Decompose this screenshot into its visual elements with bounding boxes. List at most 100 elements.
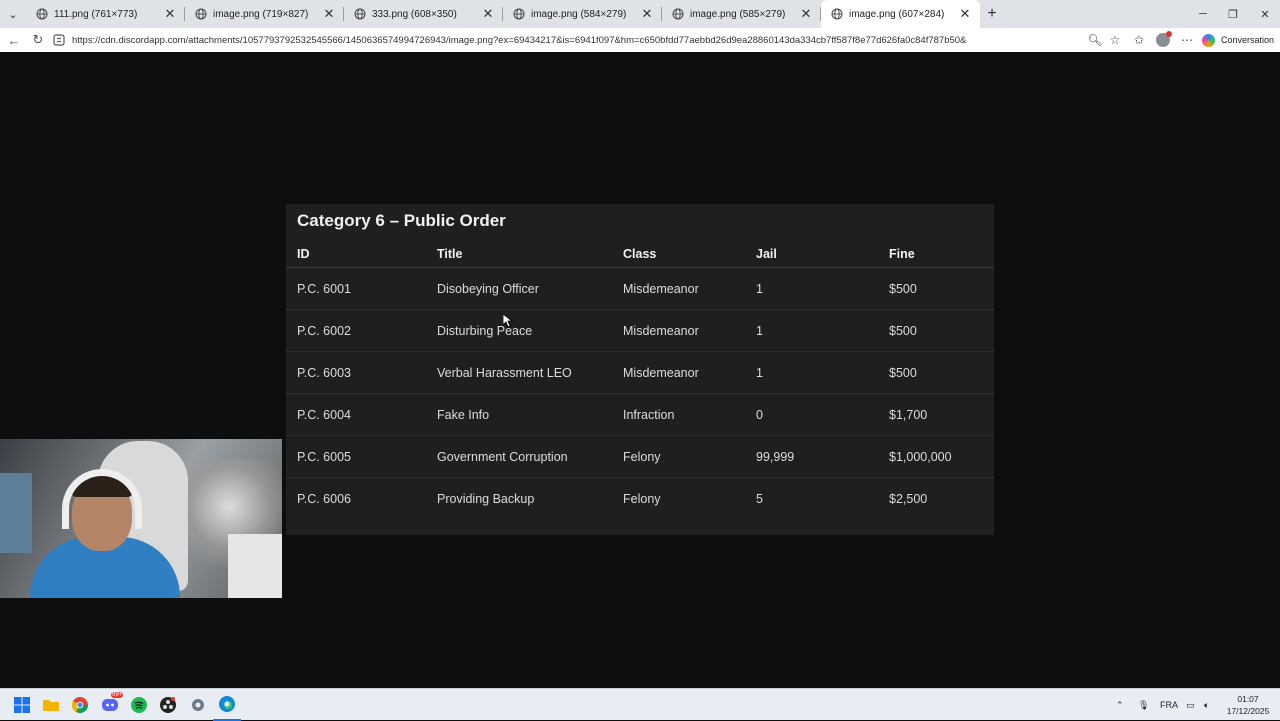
cell-title: Fake Info: [437, 407, 490, 422]
site-info-icon[interactable]: [52, 33, 66, 47]
table-row: P.C. 6005 Government Corruption Felony 99,9…: [286, 436, 994, 478]
address-bar[interactable]: https://cdn.discordapp.com/attachments/1…: [52, 30, 1128, 50]
mouse-cursor-icon: [503, 314, 513, 328]
table-row: P.C. 6004 Fake Info Infraction 0 $1,700: [286, 394, 994, 436]
globe-icon: [513, 8, 525, 20]
cell-id: P.C. 6001: [297, 281, 351, 296]
tab-close-icon[interactable]: ✕: [163, 6, 177, 22]
browser-tab[interactable]: image.png (584×279) ✕: [503, 0, 662, 28]
cell-jail: 1: [756, 323, 763, 338]
globe-icon: [831, 8, 843, 20]
cell-id: P.C. 6004: [297, 407, 351, 422]
cell-id: P.C. 6002: [297, 323, 351, 338]
header-class: Class: [623, 246, 657, 261]
tab-close-icon[interactable]: ✕: [958, 6, 972, 22]
clock-date: 17/12/2025: [1226, 706, 1270, 716]
globe-icon: [672, 8, 684, 20]
spotify-icon[interactable]: [125, 689, 153, 721]
discord-icon[interactable]: 99+: [96, 689, 124, 721]
cell-id: P.C. 6005: [297, 449, 351, 464]
header-jail: Jail: [756, 246, 777, 261]
header-id: ID: [297, 246, 310, 261]
cell-title: Providing Backup: [437, 492, 535, 506]
cell-class: Misdemeanor: [623, 365, 699, 380]
table-row: P.C. 6002 Disturbing Peace Misdemeanor 1 $50…: [286, 310, 994, 352]
cell-class: Misdemeanor: [623, 281, 699, 296]
cell-title: Verbal Harassment LEO: [437, 365, 572, 380]
window-close-icon[interactable]: ✕: [1250, 0, 1280, 28]
zoom-icon[interactable]: 🔍︎: [1084, 28, 1106, 52]
reload-icon[interactable]: ↻: [26, 28, 50, 52]
cell-fine: $500: [889, 281, 917, 296]
new-tab-button[interactable]: +: [980, 0, 1004, 28]
globe-icon: [195, 8, 207, 20]
tab-list: 111.png (761×773) ✕ image.png (719×827) ✕ 33…: [26, 0, 980, 28]
settings-gear-icon[interactable]: [184, 689, 212, 721]
cell-id: P.C. 6003: [297, 365, 351, 380]
cell-jail: 99,999: [756, 449, 795, 464]
obs-icon[interactable]: [154, 689, 182, 721]
wall-poster: [0, 473, 32, 553]
file-explorer-icon[interactable]: [37, 689, 65, 721]
browser-tab[interactable]: 111.png (761×773) ✕: [26, 0, 185, 28]
tab-close-icon[interactable]: ✕: [322, 6, 336, 22]
language-indicator[interactable]: FRA: [1160, 689, 1178, 721]
profile-avatar-icon[interactable]: [1152, 28, 1174, 52]
globe-icon: [354, 8, 366, 20]
favorite-star-icon[interactable]: ☆: [1104, 28, 1126, 52]
tab-close-icon[interactable]: ✕: [799, 6, 813, 22]
edge-browser-icon[interactable]: [213, 689, 241, 721]
document-title: Category 6 – Public Order: [297, 211, 506, 230]
cell-jail: 0: [756, 407, 763, 422]
chrome-icon[interactable]: [66, 689, 94, 721]
cell-title: Disobeying Officer: [437, 281, 539, 296]
microphone-icon[interactable]: 🎙︎: [1138, 689, 1149, 721]
browser-tab[interactable]: image.png (585×279) ✕: [662, 0, 821, 28]
table-header: ID Title Class Jail Fine: [286, 240, 994, 268]
tab-close-icon[interactable]: ✕: [640, 6, 654, 22]
url-text: https://cdn.discordapp.com/attachments/1…: [72, 34, 967, 46]
discord-badge: 99+: [111, 692, 124, 698]
favorites-list-icon[interactable]: ✩: [1128, 28, 1150, 52]
image-content: Category 6 – Public Order ID Title Class…: [286, 204, 994, 535]
cell-jail: 1: [756, 281, 763, 296]
cell-class: Felony: [623, 492, 661, 506]
tray-expand-icon[interactable]: ⌃: [1116, 689, 1124, 721]
cell-title: Disturbing Peace: [437, 323, 533, 338]
more-menu-icon[interactable]: ⋯: [1176, 28, 1198, 52]
back-icon[interactable]: ←: [2, 28, 26, 52]
cell-fine: $2,500: [889, 492, 928, 506]
tab-label: image.png (719×827): [213, 8, 309, 20]
clock-time: 01:07: [1237, 694, 1259, 704]
browser-tab[interactable]: image.png (607×284) ✕: [821, 0, 980, 28]
start-windows-icon[interactable]: [8, 689, 36, 721]
network-icon[interactable]: ▭: [1186, 689, 1195, 721]
tab-strip: ⌄ 111.png (761×773) ✕ image.png (719×827) ✕…: [0, 0, 1280, 28]
cell-jail: 1: [756, 365, 763, 380]
webcam-overlay: [0, 439, 282, 598]
header-title: Title: [437, 246, 463, 261]
tab-label: image.png (585×279): [690, 8, 786, 20]
tab-label: 333.png (608×350): [372, 8, 457, 20]
tab-close-icon[interactable]: ✕: [481, 6, 495, 22]
volume-icon[interactable]: 🔈︎: [1204, 689, 1209, 721]
table-row: P.C. 6001 Disobeying Officer Misdemeanor 1 $…: [286, 268, 994, 310]
minimize-icon[interactable]: ─: [1188, 0, 1218, 28]
cell-class: Infraction: [623, 407, 675, 422]
tab-label: image.png (584×279): [531, 8, 627, 20]
table-row: P.C. 6003 Verbal Harassment LEO Misdemeano…: [286, 352, 994, 394]
browser-tab[interactable]: image.png (719×827) ✕: [185, 0, 344, 28]
cell-fine: $500: [889, 323, 917, 338]
header-fine: Fine: [889, 246, 915, 261]
maximize-icon[interactable]: ❐: [1218, 0, 1248, 28]
tab-list-menu-icon[interactable]: ⌄: [0, 0, 26, 28]
conversation-button[interactable]: Conversation: [1202, 30, 1274, 50]
cell-jail: 5: [756, 492, 763, 506]
tab-label: 111.png (761×773): [54, 8, 138, 20]
system-clock[interactable]: 01:07 17/12/2025: [1220, 693, 1276, 717]
cell-class: Felony: [623, 449, 661, 464]
conversation-label: Conversation: [1221, 35, 1275, 45]
background-shelf: [228, 534, 282, 598]
browser-tab[interactable]: 333.png (608×350) ✕: [344, 0, 503, 28]
cell-fine: $1,700: [889, 407, 928, 422]
